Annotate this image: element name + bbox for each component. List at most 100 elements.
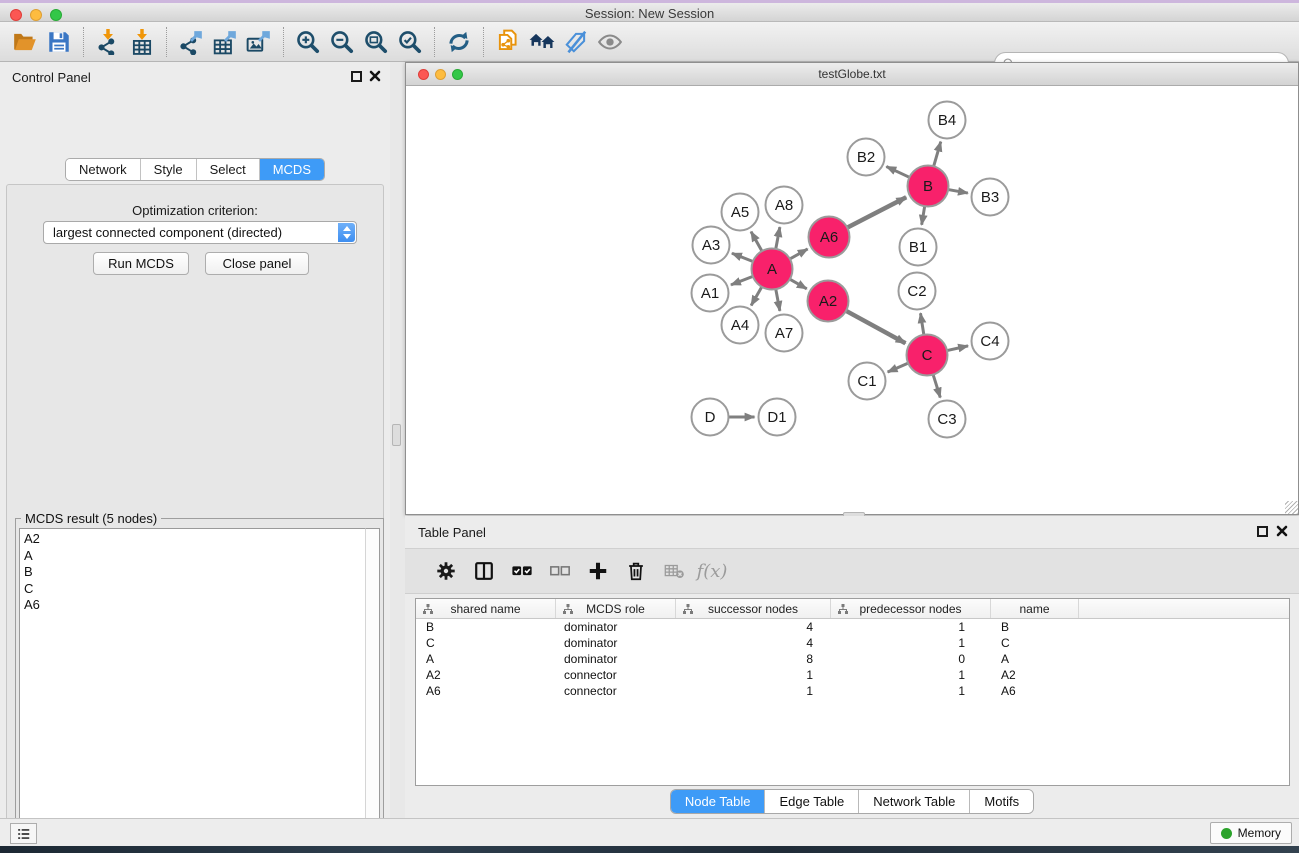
result-list-item[interactable]: A6 <box>24 597 365 614</box>
delete-column-button[interactable] <box>617 554 655 588</box>
graph-edge-A-A6 <box>790 249 808 259</box>
column-header-predecessor-nodes[interactable]: predecessor nodes <box>831 599 991 618</box>
save-session-button[interactable] <box>42 26 76 58</box>
graph-node-A6[interactable]: A6 <box>809 217 850 258</box>
graph-node-C4[interactable]: C4 <box>972 323 1009 360</box>
result-list-item[interactable]: C <box>24 581 365 598</box>
task-list-icon <box>16 827 32 841</box>
graph-node-A5[interactable]: A5 <box>722 194 759 231</box>
table-panel: Table Panel f(x) shared nameMCDS rolesuc… <box>405 516 1299 818</box>
graph-node-C3[interactable]: C3 <box>929 401 966 438</box>
zoom-selected-button[interactable] <box>393 26 427 58</box>
memory-button[interactable]: Memory <box>1210 822 1292 844</box>
tab-select[interactable]: Select <box>197 159 260 180</box>
zoom-in-icon <box>295 29 321 55</box>
graph-node-A2[interactable]: A2 <box>808 281 849 322</box>
graph-edge-A-A5 <box>751 232 762 252</box>
close-panel-button[interactable]: Close panel <box>205 252 309 275</box>
result-scrollbar[interactable] <box>365 528 380 853</box>
graph-node-B[interactable]: B <box>908 166 949 207</box>
graph-node-A8[interactable]: A8 <box>766 187 803 224</box>
graph-node-B2[interactable]: B2 <box>848 139 885 176</box>
close-table-panel-icon[interactable] <box>1275 524 1289 538</box>
table-row[interactable]: Bdominator41B <box>416 619 1289 635</box>
table-row[interactable]: Cdominator41C <box>416 635 1289 651</box>
svg-text:C: C <box>922 347 933 364</box>
graph-node-A[interactable]: A <box>752 249 793 290</box>
zoom-fit-button[interactable] <box>359 26 393 58</box>
column-header-MCDS-role[interactable]: MCDS role <box>556 599 676 618</box>
window-resize-grip[interactable] <box>1285 501 1298 514</box>
import-network-button[interactable] <box>91 26 125 58</box>
table-cell: A <box>416 651 556 667</box>
graph-edge-A6-B <box>847 197 906 227</box>
table-row[interactable]: A2connector11A2 <box>416 667 1289 683</box>
toggle-node-labels-button[interactable] <box>559 26 593 58</box>
tab-style[interactable]: Style <box>141 159 197 180</box>
show-hide-panels-button[interactable] <box>593 26 627 58</box>
column-header-successor-nodes[interactable]: successor nodes <box>676 599 831 618</box>
close-panel-icon[interactable] <box>368 69 382 83</box>
result-list-item[interactable]: B <box>24 564 365 581</box>
graph-node-D[interactable]: D <box>692 399 729 436</box>
table-cell: dominator <box>556 619 676 635</box>
tab-edge-table[interactable]: Edge Table <box>765 790 859 813</box>
network-canvas[interactable]: B4 B2 B B3 A8A5 A6 A3 B1 A C2 A1 A2 A4A7 C4 C C1 D D1 C3 <box>406 86 1298 514</box>
graph-node-A3[interactable]: A3 <box>693 227 730 264</box>
run-mcds-button[interactable]: Run MCDS <box>93 252 189 275</box>
column-header-name[interactable]: name <box>991 599 1079 618</box>
export-image-button[interactable] <box>242 26 276 58</box>
graph-node-A1[interactable]: A1 <box>692 275 729 312</box>
toolbar-separator <box>434 27 435 57</box>
tab-mcds[interactable]: MCDS <box>260 159 324 180</box>
tab-network[interactable]: Network <box>66 159 141 180</box>
export-network-button[interactable] <box>174 26 208 58</box>
deselect-all-button[interactable] <box>541 554 579 588</box>
tab-network-table[interactable]: Network Table <box>859 790 970 813</box>
export-table-button[interactable] <box>208 26 242 58</box>
graph-node-C[interactable]: C <box>907 335 948 376</box>
column-type-icon <box>562 603 574 615</box>
zoom-in-button[interactable] <box>291 26 325 58</box>
table-cell: 0 <box>831 651 991 667</box>
zoom-out-button[interactable] <box>325 26 359 58</box>
add-column-button[interactable] <box>579 554 617 588</box>
network-graph[interactable]: B4 B2 B B3 A8A5 A6 A3 B1 A C2 A1 A2 A4A7 C4 C C1 D D1 C3 <box>406 86 1298 514</box>
tab-node-table[interactable]: Node Table <box>671 790 766 813</box>
graph-node-C2[interactable]: C2 <box>899 273 936 310</box>
vertical-splitter-handle[interactable] <box>392 424 401 446</box>
graph-node-D1[interactable]: D1 <box>759 399 796 436</box>
graph-edge-A2-C <box>846 311 905 343</box>
import-table-button[interactable] <box>125 26 159 58</box>
table-cell: 4 <box>676 619 831 635</box>
graph-node-A4[interactable]: A4 <box>722 307 759 344</box>
mcds-tab-content: Optimization criterion: largest connecte… <box>6 184 384 853</box>
table-row[interactable]: Adominator80A <box>416 651 1289 667</box>
graph-node-A7[interactable]: A7 <box>766 315 803 352</box>
network-from-selection-icon <box>495 29 521 55</box>
table-row[interactable]: A6connector11A6 <box>416 683 1289 699</box>
graph-node-B3[interactable]: B3 <box>972 179 1009 216</box>
refresh-view-button[interactable] <box>442 26 476 58</box>
table-settings-button[interactable] <box>427 554 465 588</box>
tab-motifs[interactable]: Motifs <box>970 790 1033 813</box>
open-session-button[interactable] <box>8 26 42 58</box>
float-panel-icon[interactable] <box>351 71 362 82</box>
control-panel-title: Control Panel <box>12 70 91 85</box>
select-all-button[interactable] <box>503 554 541 588</box>
result-list-item[interactable]: A2 <box>24 531 365 548</box>
network-views-icon <box>529 29 555 55</box>
graph-node-B4[interactable]: B4 <box>929 102 966 139</box>
float-table-panel-icon[interactable] <box>1257 526 1268 537</box>
graph-node-C1[interactable]: C1 <box>849 363 886 400</box>
network-from-selection-button[interactable] <box>491 26 525 58</box>
result-list-item[interactable]: A <box>24 548 365 565</box>
task-history-button[interactable] <box>10 823 37 844</box>
criterion-dropdown[interactable]: largest connected component (directed) <box>43 221 357 244</box>
network-views-button[interactable] <box>525 26 559 58</box>
graph-node-B1[interactable]: B1 <box>900 229 937 266</box>
column-header-label: name <box>1019 602 1049 616</box>
column-header-shared-name[interactable]: shared name <box>416 599 556 618</box>
mcds-result-list[interactable]: A2ABCA6 <box>19 528 365 853</box>
show-columns-button[interactable] <box>465 554 503 588</box>
